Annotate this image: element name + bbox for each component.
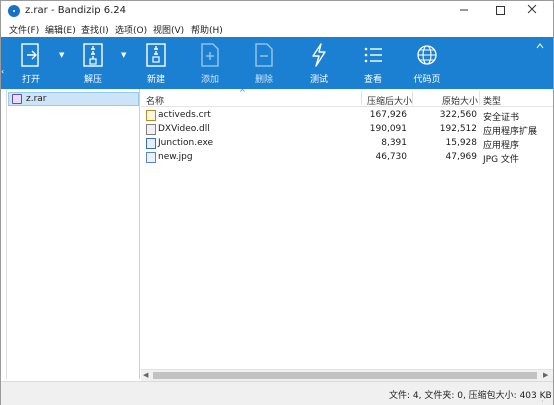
tree-item-archive-root[interactable]: z.rar (8, 92, 139, 106)
minimize-button[interactable] (451, 3, 477, 19)
maximize-icon (495, 6, 505, 15)
lightning-test-icon (312, 43, 326, 67)
image-file-icon (146, 152, 156, 163)
add-button[interactable]: 添加 (188, 37, 232, 89)
add-label: 添加 (200, 75, 219, 85)
open-archive-icon (21, 43, 39, 67)
file-compressed-size: 8,391 (381, 138, 407, 148)
file-compressed-size: 167,926 (369, 110, 407, 120)
delete-label: 删除 (254, 75, 273, 85)
menu-view[interactable]: 视图(V) (153, 23, 184, 36)
close-button[interactable] (519, 3, 545, 19)
exe-file-icon (146, 138, 156, 149)
file-type: 应用程序 (483, 141, 520, 151)
toolbar: 打开 ▼ 解压 ▼ 新建 添加 删除 测试 查看 代码页 ‹ (1, 37, 553, 89)
file-row[interactable]: DXVideo.dll 190,091 192,512 应用程序扩展 (141, 123, 553, 137)
menu-help[interactable]: 帮助(H) (191, 23, 223, 36)
file-type: 安全证书 (483, 113, 520, 123)
resize-grip-icon[interactable]: ⋰ (541, 394, 549, 403)
menu-edit[interactable]: 编辑(E) (45, 23, 76, 36)
file-name: activeds.crt (158, 110, 211, 120)
add-file-icon (201, 43, 219, 67)
codepage-label: 代码页 (413, 75, 441, 85)
open-label: 打开 (21, 75, 40, 85)
test-button[interactable]: 测试 (297, 37, 341, 89)
column-header-original-size[interactable]: 原始大小 (442, 94, 478, 107)
app-window: z.rar - Bandizip 6.24 文件(F) 编辑(E) 查找(I) … (0, 0, 554, 405)
column-divider[interactable] (412, 91, 413, 105)
scroll-left-arrow-icon[interactable]: ◀ (143, 371, 148, 379)
column-header-type[interactable]: 类型 (483, 94, 501, 107)
column-header-name[interactable]: 名称 (146, 94, 164, 107)
toolbar-edge-marker-icon: ‹ (1, 67, 5, 76)
rar-archive-icon (12, 94, 22, 104)
menu-options[interactable]: 选项(O) (115, 23, 147, 36)
maximize-button[interactable] (487, 3, 513, 19)
status-bar: 文件: 4, 文件夹: 0, 压缩包大小: 403 KB ⋰ (1, 381, 553, 405)
column-header-compressed-size[interactable]: 压缩后大小 (367, 94, 412, 107)
menu-bar: 文件(F) 编辑(E) 查找(I) 选项(O) 视图(V) 帮助(H) (1, 21, 553, 37)
list-header: ^ 名称 压缩后大小 原始大小 类型 (141, 88, 553, 107)
file-original-size: 47,969 (445, 152, 478, 162)
extract-zipper-icon (83, 43, 103, 67)
close-icon (527, 4, 537, 14)
bandizip-app-icon (8, 5, 20, 17)
collapse-toolbar-icon[interactable] (536, 42, 544, 50)
column-divider[interactable] (479, 91, 480, 105)
codepage-button[interactable]: 代码页 (405, 37, 449, 89)
file-name: DXVideo.dll (158, 124, 210, 134)
file-name: new.jpg (158, 152, 193, 162)
file-original-size: 15,928 (445, 138, 478, 148)
file-row[interactable]: Junction.exe 8,391 15,928 应用程序 (141, 137, 553, 151)
menu-file[interactable]: 文件(F) (9, 23, 39, 36)
file-row[interactable]: activeds.crt 167,926 322,560 安全证书 (141, 109, 553, 123)
file-original-size: 322,560 (439, 110, 477, 120)
globe-codepage-icon (417, 45, 437, 65)
dll-file-icon (146, 124, 156, 135)
file-row[interactable]: new.jpg 46,730 47,969 JPG 文件 (141, 151, 553, 165)
file-compressed-size: 46,730 (375, 152, 408, 162)
certificate-icon (146, 110, 156, 121)
delete-file-icon (255, 43, 273, 67)
open-dropdown-chevron-icon[interactable]: ▼ (59, 51, 67, 59)
status-text: 文件: 4, 文件夹: 0, 压缩包大小: 403 KB (389, 391, 552, 401)
open-button[interactable]: 打开 (9, 37, 53, 89)
window-title: z.rar - Bandizip 6.24 (25, 5, 127, 16)
menu-find[interactable]: 查找(I) (81, 23, 109, 36)
file-original-size: 192,512 (439, 124, 477, 134)
view-button[interactable]: 查看 (351, 37, 395, 89)
minimize-icon (460, 9, 468, 11)
new-archive-icon (146, 43, 166, 67)
extract-label: 解压 (83, 75, 102, 85)
scroll-right-arrow-icon[interactable]: ▶ (543, 371, 548, 379)
delete-button[interactable]: 删除 (242, 37, 286, 89)
column-divider[interactable] (361, 91, 362, 105)
file-compressed-size: 190,091 (369, 124, 407, 134)
tree-item-label: z.rar (26, 94, 47, 104)
file-type: 应用程序扩展 (483, 127, 538, 137)
file-name: Junction.exe (158, 138, 214, 148)
folder-tree-panel[interactable]: z.rar (6, 89, 140, 379)
file-list[interactable]: ^ 名称 压缩后大小 原始大小 类型 activeds.crt 167,926 … (141, 88, 553, 371)
new-label: 新建 (146, 75, 165, 85)
file-type: JPG 文件 (483, 155, 519, 165)
view-label: 查看 (363, 75, 382, 85)
sort-ascending-icon: ^ (239, 88, 246, 97)
new-button[interactable]: 新建 (134, 37, 178, 89)
scrollbar-thumb[interactable] (153, 372, 537, 379)
test-label: 测试 (309, 75, 328, 85)
list-view-icon (364, 47, 382, 63)
title-bar[interactable]: z.rar - Bandizip 6.24 (1, 1, 553, 21)
horizontal-scrollbar[interactable]: ◀ ▶ (141, 369, 553, 381)
extract-button[interactable]: 解压 (71, 37, 115, 89)
extract-dropdown-chevron-icon[interactable]: ▼ (121, 51, 129, 59)
